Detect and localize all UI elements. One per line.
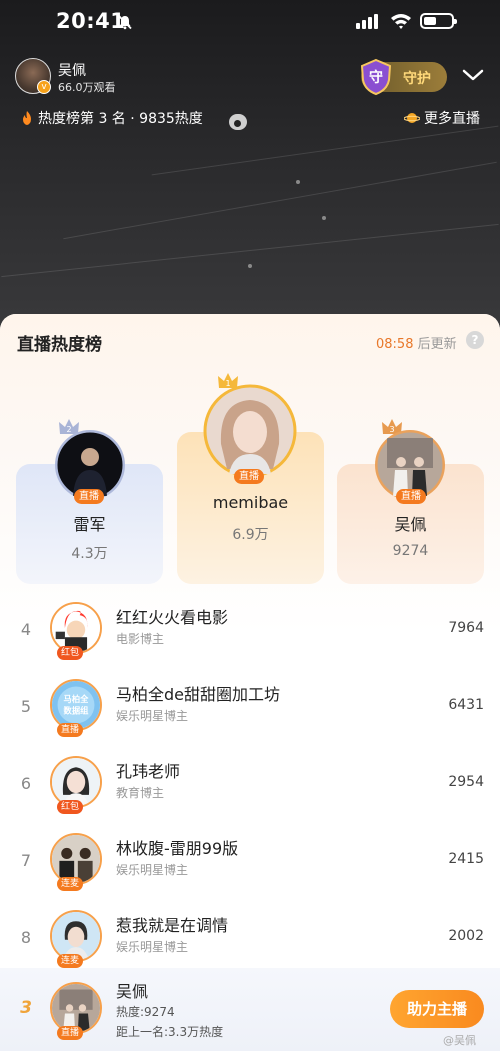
live-tag: 直播: [57, 1026, 84, 1040]
guard-button[interactable]: 守 守护: [360, 58, 447, 96]
host-name[interactable]: 吴佩: [58, 60, 86, 80]
top-score-rank-3: 9274: [392, 543, 429, 559]
list-subtitle: 娱乐明星博主: [116, 863, 189, 877]
avatar-rank-1[interactable]: [203, 384, 297, 478]
viewer-count: 66.0万观看: [58, 81, 116, 94]
more-live-button[interactable]: 更多直播: [404, 108, 480, 128]
boost-host-button[interactable]: 助力主播: [390, 990, 484, 1028]
rank-number: 8: [20, 928, 32, 947]
clock: 20:41: [56, 9, 126, 33]
list-subtitle: 教育博主: [116, 786, 165, 800]
live-video[interactable]: [0, 0, 500, 340]
live-tag: 直播: [234, 469, 264, 484]
more-live-label: 更多直播: [424, 111, 480, 127]
svg-text:马柏全: 马柏全: [64, 694, 90, 704]
list-subtitle: 娱乐明星博主: [116, 940, 189, 954]
panel-title: 直播热度榜: [17, 335, 102, 355]
planet-icon: [404, 113, 420, 123]
gap-to-previous: 距上一名:3.3万热度: [116, 1025, 224, 1039]
cellular-signal-icon: [356, 13, 378, 29]
status-bar: 20:41: [0, 0, 500, 44]
list-name: 红红火火看电影: [116, 608, 229, 627]
top-score-rank-2: 4.3万: [71, 546, 108, 562]
verified-badge-icon: v: [37, 80, 51, 94]
live-tag: 直播: [74, 489, 104, 504]
ceiling-light: [296, 180, 300, 184]
red-packet-tag: 红包: [57, 800, 84, 814]
guard-label: 守护: [403, 71, 431, 87]
guard-shield-icon: 守: [360, 58, 392, 96]
svg-text:1: 1: [225, 379, 230, 388]
list-subtitle: 电影博主: [116, 632, 165, 646]
rank-number: 6: [20, 774, 32, 793]
rank-number: 4: [20, 620, 32, 639]
bell-muted-icon: [118, 15, 132, 30]
update-countdown: 08:58 后更新: [376, 337, 457, 352]
ceiling-light: [322, 216, 326, 220]
list-item[interactable]: 6 红包 孔玮老师 教育博主 2954: [0, 752, 500, 828]
list-name: 林收腹-雷朋99版: [116, 839, 239, 858]
wifi-icon: [391, 14, 411, 29]
list-name: 惹我就是在调情: [116, 916, 229, 935]
list-name: 马柏全de甜甜圈加工坊: [116, 685, 281, 704]
list-item[interactable]: 4 红包 红红火火看电影 电影博主 7964: [0, 598, 500, 674]
ceiling-light: [248, 264, 252, 268]
svg-text:数据组: 数据组: [64, 705, 90, 715]
list-score: 2954: [448, 774, 484, 790]
list-item[interactable]: 5 马柏全 数据组 直播 马柏全de甜甜圈加工坊 娱乐明星博主 6431: [0, 675, 500, 751]
flame-icon: [23, 111, 31, 125]
chevron-down-icon[interactable]: [462, 66, 484, 84]
list-item[interactable]: 7 连麦 林收腹-雷朋99版 娱乐明星博主 2415: [0, 829, 500, 905]
ceiling-line: [151, 125, 499, 176]
watermark: @吴佩: [443, 1034, 476, 1047]
list-score: 2415: [448, 851, 484, 867]
heat-rank-link[interactable]: 热度榜第 3 名 · 9835热度: [20, 108, 203, 128]
svg-text:2: 2: [66, 425, 71, 434]
list-subtitle: 娱乐明星博主: [116, 709, 189, 723]
top-name-rank-2: 雷军: [73, 515, 106, 534]
my-rank-number: 3: [20, 998, 32, 1018]
list-name: 孔玮老师: [116, 762, 181, 781]
svg-text:守: 守: [369, 69, 383, 86]
my-name: 吴佩: [116, 982, 149, 1001]
ceiling-camera: [229, 114, 247, 130]
top-name-rank-3: 吴佩: [394, 515, 427, 534]
my-heat: 热度:9274: [116, 1005, 175, 1019]
list-score: 2002: [448, 928, 484, 944]
co-stream-tag: 连麦: [57, 954, 84, 968]
battery-icon: [420, 13, 457, 29]
my-rank-bar: 3 直播 吴佩 热度:9274 距上一名:3.3万热度 助力主播: [0, 968, 500, 1051]
list-score: 6431: [448, 697, 484, 713]
top-name-rank-1: memibae: [212, 493, 289, 512]
ceiling-line: [63, 161, 497, 240]
rank-number: 7: [20, 851, 32, 870]
live-tag: 直播: [57, 723, 84, 737]
red-packet-tag: 红包: [57, 646, 84, 660]
help-icon[interactable]: ?: [466, 331, 484, 349]
ceiling-line: [1, 223, 499, 278]
rank-number: 5: [20, 697, 32, 716]
list-score: 7964: [448, 620, 484, 636]
heat-rank-text: 热度榜第 3 名 · 9835热度: [38, 111, 203, 127]
top-score-rank-1: 6.9万: [232, 527, 269, 543]
live-tag: 直播: [396, 489, 426, 504]
co-stream-tag: 连麦: [57, 877, 84, 891]
